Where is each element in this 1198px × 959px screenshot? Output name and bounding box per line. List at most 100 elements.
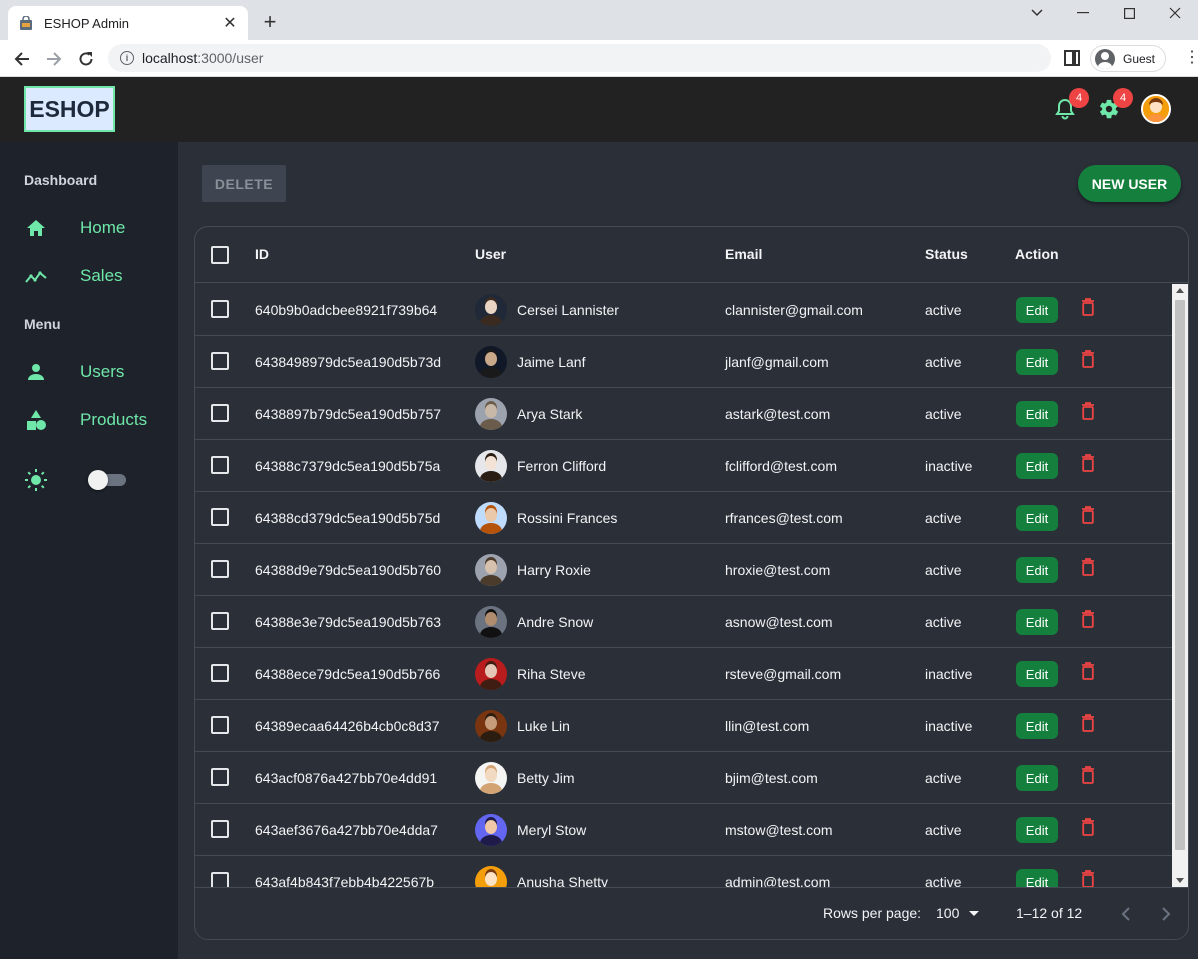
delete-trash-icon[interactable] <box>1081 610 1099 632</box>
scroll-thumb[interactable] <box>1175 300 1185 850</box>
row-checkbox[interactable] <box>211 872 229 887</box>
rows-per-page-label: Rows per page: <box>823 905 922 921</box>
rows-per-page-select[interactable]: 100 <box>936 905 980 921</box>
sidebar-item-products[interactable]: Products <box>24 405 164 435</box>
table-row[interactable]: 643acf0876a427bb70e4dd91 Betty Jim bjim@te… <box>195 752 1172 804</box>
edit-button[interactable]: Edit <box>1016 609 1058 635</box>
delete-trash-icon[interactable] <box>1081 454 1099 476</box>
site-info-icon[interactable]: i <box>120 51 134 65</box>
browser-menu-icon[interactable]: ⋮ <box>1184 50 1198 66</box>
reload-icon[interactable] <box>75 48 97 70</box>
delete-trash-icon[interactable] <box>1081 870 1099 887</box>
sidebar-item-users[interactable]: Users <box>24 357 164 387</box>
cell-status: inactive <box>925 666 973 682</box>
scroll-up-arrow-icon[interactable] <box>1176 288 1184 293</box>
row-checkbox[interactable] <box>211 508 229 526</box>
edit-button[interactable]: Edit <box>1016 297 1058 323</box>
table-row[interactable]: 64389ecaa64426b4cb0c8d37 Luke Lin llin@tes… <box>195 700 1172 752</box>
column-header-user[interactable]: User <box>475 246 506 262</box>
close-tab-icon[interactable]: ✕ <box>222 13 238 33</box>
row-checkbox[interactable] <box>211 664 229 682</box>
cell-email: admin@test.com <box>725 874 831 887</box>
edit-button[interactable]: Edit <box>1016 661 1058 687</box>
delete-trash-icon[interactable] <box>1081 558 1099 580</box>
column-header-email[interactable]: Email <box>725 246 762 262</box>
delete-button[interactable]: DELETE <box>202 165 286 202</box>
scroll-down-arrow-icon[interactable] <box>1176 878 1184 883</box>
user-avatar[interactable] <box>1141 94 1171 124</box>
tab-search-icon[interactable] <box>1014 0 1060 26</box>
theme-toggle-switch[interactable] <box>88 470 126 490</box>
table-scrollbar[interactable] <box>1172 284 1188 887</box>
close-window-icon[interactable] <box>1152 0 1198 26</box>
cell-status: inactive <box>925 458 973 474</box>
edit-button[interactable]: Edit <box>1016 505 1058 531</box>
user-name: Andre Snow <box>517 614 594 630</box>
column-header-action[interactable]: Action <box>1015 246 1059 262</box>
table-row[interactable]: 6438897b79dc5ea190d5b757 Arya Stark astark… <box>195 388 1172 440</box>
row-checkbox[interactable] <box>211 560 229 578</box>
delete-trash-icon[interactable] <box>1081 818 1099 840</box>
delete-trash-icon[interactable] <box>1081 662 1099 684</box>
user-avatar <box>475 710 507 742</box>
column-header-id[interactable]: ID <box>255 246 269 262</box>
next-page-icon[interactable] <box>1154 902 1178 926</box>
edit-button[interactable]: Edit <box>1016 713 1058 739</box>
sidebar-item-home[interactable]: Home <box>24 213 164 243</box>
table-row[interactable]: 6438498979dc5ea190d5b73d Jaime Lanf jlanf@… <box>195 336 1172 388</box>
row-checkbox[interactable] <box>211 820 229 838</box>
row-checkbox[interactable] <box>211 300 229 318</box>
edit-button[interactable]: Edit <box>1016 453 1058 479</box>
delete-trash-icon[interactable] <box>1081 350 1099 372</box>
user-name: Cersei Lannister <box>517 302 619 318</box>
select-all-checkbox[interactable] <box>211 246 229 264</box>
notifications-badge: 4 <box>1069 88 1089 108</box>
delete-trash-icon[interactable] <box>1081 766 1099 788</box>
user-name: Betty Jim <box>517 770 575 786</box>
delete-trash-icon[interactable] <box>1081 402 1099 424</box>
previous-page-icon[interactable] <box>1114 902 1138 926</box>
table-row[interactable]: 64388cd379dc5ea190d5b75d Rossini Frances r… <box>195 492 1172 544</box>
url-field[interactable]: i localhost:3000/user <box>108 44 1051 72</box>
sidebar-item-label: Home <box>80 218 126 237</box>
edit-button[interactable]: Edit <box>1016 765 1058 791</box>
user-name: Arya Stark <box>517 406 583 422</box>
sidebar-item-sales[interactable]: Sales <box>24 261 164 291</box>
row-checkbox[interactable] <box>211 716 229 734</box>
table-row[interactable]: 64388d9e79dc5ea190d5b760 Harry Roxie hroxi… <box>195 544 1172 596</box>
user-avatar <box>475 762 507 794</box>
forward-arrow-icon[interactable] <box>43 48 65 70</box>
profile-button[interactable]: Guest <box>1090 45 1167 72</box>
row-checkbox[interactable] <box>211 456 229 474</box>
table-row[interactable]: 640b9b0adcbee8921f739b64 Cersei Lannister… <box>195 284 1172 336</box>
edit-button[interactable]: Edit <box>1016 817 1058 843</box>
table-row[interactable]: 643af4b843f7ebb4b422567b Anusha Shetty adm… <box>195 856 1172 887</box>
edit-button[interactable]: Edit <box>1016 869 1058 887</box>
delete-trash-icon[interactable] <box>1081 506 1099 528</box>
app-logo[interactable]: ESHOP <box>24 86 115 132</box>
maximize-icon[interactable] <box>1106 0 1152 26</box>
row-checkbox[interactable] <box>211 768 229 786</box>
edit-button[interactable]: Edit <box>1016 557 1058 583</box>
row-checkbox[interactable] <box>211 404 229 422</box>
new-user-button[interactable]: NEW USER <box>1078 165 1181 202</box>
delete-trash-icon[interactable] <box>1081 714 1099 736</box>
column-header-status[interactable]: Status <box>925 246 968 262</box>
notifications-bell-icon[interactable]: 4 <box>1053 88 1089 121</box>
table-row[interactable]: 64388ece79dc5ea190d5b766 Riha Steve rsteve… <box>195 648 1172 700</box>
back-arrow-icon[interactable] <box>11 48 33 70</box>
edit-button[interactable]: Edit <box>1016 349 1058 375</box>
table-row[interactable]: 643aef3676a427bb70e4dda7 Meryl Stow mstow@… <box>195 804 1172 856</box>
new-tab-icon[interactable]: + <box>258 10 282 34</box>
settings-gear-icon[interactable]: 4 <box>1097 88 1133 121</box>
row-checkbox[interactable] <box>211 612 229 630</box>
table-row[interactable]: 64388e3e79dc5ea190d5b763 Andre Snow asnow@… <box>195 596 1172 648</box>
edit-button[interactable]: Edit <box>1016 401 1058 427</box>
side-panel-icon[interactable] <box>1064 50 1080 66</box>
browser-tab[interactable]: ESHOP Admin ✕ <box>8 6 248 40</box>
delete-trash-icon[interactable] <box>1081 298 1099 320</box>
minimize-icon[interactable] <box>1060 0 1106 26</box>
cell-email: jlanf@gmail.com <box>725 354 829 370</box>
table-row[interactable]: 64388c7379dc5ea190d5b75a Ferron Clifford f… <box>195 440 1172 492</box>
row-checkbox[interactable] <box>211 352 229 370</box>
